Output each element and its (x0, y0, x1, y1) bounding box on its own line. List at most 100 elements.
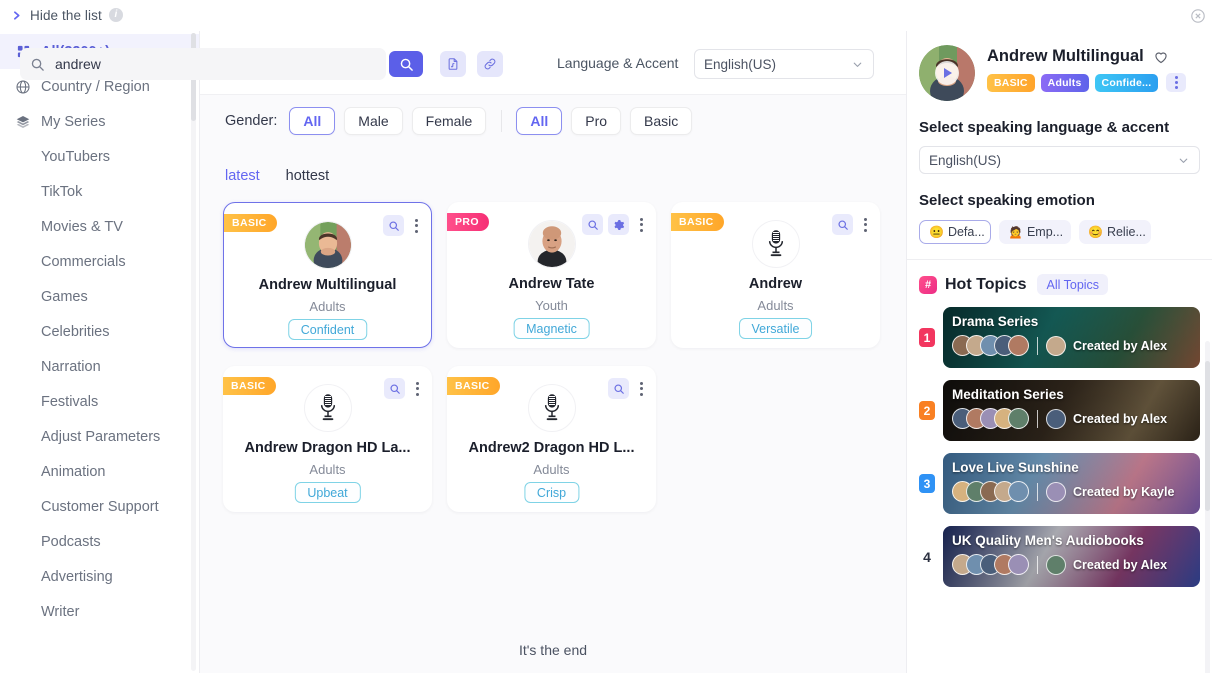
sidebar-item-animation[interactable]: Animation (0, 454, 199, 489)
sidebar-item-label: Writer (41, 603, 80, 620)
panel-scrollbar-thumb[interactable] (1205, 361, 1210, 511)
voice-card[interactable]: BASIC Andrew Adults Versatile (671, 202, 880, 348)
topic-card[interactable]: Meditation Series Created by Alex (943, 380, 1200, 441)
gender-filter-all[interactable]: All (289, 106, 336, 135)
close-circle-icon[interactable] (1190, 8, 1206, 24)
list-item[interactable]: 4 UK Quality Men's Audiobooks Created by A… (919, 526, 1200, 587)
sidebar-item-label: Games (41, 288, 88, 305)
more-icon[interactable] (1166, 73, 1187, 92)
accent-select[interactable]: English(US) (919, 146, 1200, 174)
more-icon[interactable] (409, 218, 423, 233)
play-icon[interactable] (935, 61, 959, 85)
sort-tab-hottest[interactable]: hottest (286, 168, 330, 184)
chevron-right-icon[interactable] (8, 7, 24, 23)
tier-filter-pro[interactable]: Pro (571, 106, 622, 135)
avatar (1046, 335, 1066, 356)
sidebar-item-label: Podcasts (41, 533, 101, 550)
avatar-stack (952, 554, 1029, 575)
sidebar-item-advertising[interactable]: Advertising (0, 559, 199, 594)
search-submit-button[interactable] (389, 51, 423, 77)
sidebar-item-festivals[interactable]: Festivals (0, 384, 199, 419)
voice-card-age: Youth (535, 298, 568, 313)
sidebar-item-movies-tv[interactable]: Movies & TV (0, 209, 199, 244)
topic-card[interactable]: UK Quality Men's Audiobooks Created by Al… (943, 526, 1200, 587)
voice-header: Andrew Multilingual BASIC Adults Confide..… (907, 31, 1212, 101)
tier-filter-all[interactable]: All (516, 106, 563, 135)
topic-creator: Created by Alex (1073, 338, 1168, 353)
tier-filter-basic[interactable]: Basic (630, 106, 693, 135)
topic-card[interactable]: Love Live Sunshine Created by Kayle (943, 453, 1200, 514)
sidebar-item-label: My Series (41, 113, 106, 130)
search-icon[interactable] (582, 214, 603, 235)
list-item[interactable]: 1 Drama Series Created by Alex (919, 307, 1200, 368)
sidebar-item-tiktok[interactable]: TikTok (0, 174, 199, 209)
sidebar-item-narration[interactable]: Narration (0, 349, 199, 384)
language-accent-select[interactable]: English(US) (694, 49, 874, 79)
voice-card-age: Adults (309, 299, 346, 314)
all-topics-button[interactable]: All Topics (1037, 274, 1109, 295)
heart-icon[interactable] (1153, 49, 1169, 65)
voice-card[interactable]: BASIC Andrew Multilingual Adults Confident (223, 202, 432, 348)
search-icon[interactable] (383, 215, 404, 236)
search-icon[interactable] (384, 378, 405, 399)
sidebar-item-label: Narration (41, 358, 101, 375)
language-accent-label: Language & Accent (557, 55, 679, 71)
link-icon[interactable] (477, 51, 503, 77)
sidebar-item-adjust-parameters[interactable]: Adjust Parameters (0, 419, 199, 454)
gender-filter-female[interactable]: Female (411, 106, 487, 135)
audio-file-icon[interactable] (440, 51, 466, 77)
voice-card[interactable]: BASIC Andrew2 Dragon HD L... Adults Crisp (447, 366, 656, 512)
emotion-label: Relie... (1106, 225, 1146, 239)
topic-card[interactable]: Drama Series Created by Alex (943, 307, 1200, 368)
voice-card-tag: Magnetic (513, 318, 590, 339)
sidebar-item-podcasts[interactable]: Podcasts (0, 524, 199, 559)
list-item[interactable]: 2 Meditation Series Created by Alex (919, 380, 1200, 441)
card-tools (383, 215, 423, 236)
more-icon[interactable] (410, 381, 424, 396)
topic-creator: Created by Alex (1073, 557, 1168, 572)
search-box[interactable] (20, 48, 386, 80)
more-icon[interactable] (634, 381, 648, 396)
avatar (527, 220, 576, 268)
sidebar-item-writer[interactable]: Writer (0, 594, 199, 629)
search-icon[interactable] (608, 378, 629, 399)
more-icon[interactable] (634, 217, 648, 232)
sidebar-item-youtubers[interactable]: YouTubers (0, 139, 199, 174)
sidebar-item-games[interactable]: Games (0, 279, 199, 314)
language-accent-value: English(US) (704, 56, 777, 72)
emotion-emoji: 🙍 (1008, 225, 1023, 239)
hide-list-label[interactable]: Hide the list (30, 8, 102, 23)
avatar (303, 384, 352, 432)
emotion-option[interactable]: 😊 Relie... (1079, 220, 1151, 244)
voice-card[interactable]: BASIC Andrew Dragon HD La... Adults Upbeat (223, 366, 432, 512)
voice-card-tag: Confident (287, 319, 368, 340)
sort-tab-latest[interactable]: latest (225, 168, 260, 184)
topic-title: UK Quality Men's Audiobooks (952, 533, 1144, 548)
avatar (1008, 554, 1029, 575)
voice-card[interactable]: PRO Andrew Tate Youth Magnetic (447, 202, 656, 348)
avatar[interactable] (919, 45, 975, 101)
sidebar-item-customer-support[interactable]: Customer Support (0, 489, 199, 524)
emotion-option[interactable]: 🙍 Emp... (999, 220, 1071, 244)
voice-card-age: Adults (533, 462, 570, 477)
voice-name: Andrew Multilingual (987, 47, 1144, 65)
sidebar-item-label: Animation (41, 463, 106, 480)
emotion-option[interactable]: 😐 Defa... (919, 220, 991, 244)
voice-card-name: Andrew Multilingual (258, 277, 397, 293)
sidebar-item-commercials[interactable]: Commercials (0, 244, 199, 279)
sidebar-item-my-series[interactable]: My Series (0, 104, 199, 139)
list-item[interactable]: 3 Love Live Sunshine Created by Kayle (919, 453, 1200, 514)
gender-filter-male[interactable]: Male (344, 106, 403, 135)
sidebar-item-celebrities[interactable]: Celebrities (0, 314, 199, 349)
sidebar-item-label: Country / Region (41, 78, 150, 95)
search-input[interactable] (55, 56, 365, 72)
search-icon[interactable] (832, 214, 853, 235)
voice-card-tag: Upbeat (294, 482, 361, 503)
topic-creator: Created by Kayle (1073, 484, 1175, 499)
voice-results-panel: latest hottest BASIC Andrew Multilingual Ad… (200, 146, 906, 673)
gear-icon[interactable] (608, 214, 629, 235)
sidebar-item-label: Movies & TV (41, 218, 123, 235)
more-icon[interactable] (858, 217, 872, 232)
info-icon[interactable]: i (108, 8, 123, 22)
chevron-down-icon (1177, 154, 1190, 167)
